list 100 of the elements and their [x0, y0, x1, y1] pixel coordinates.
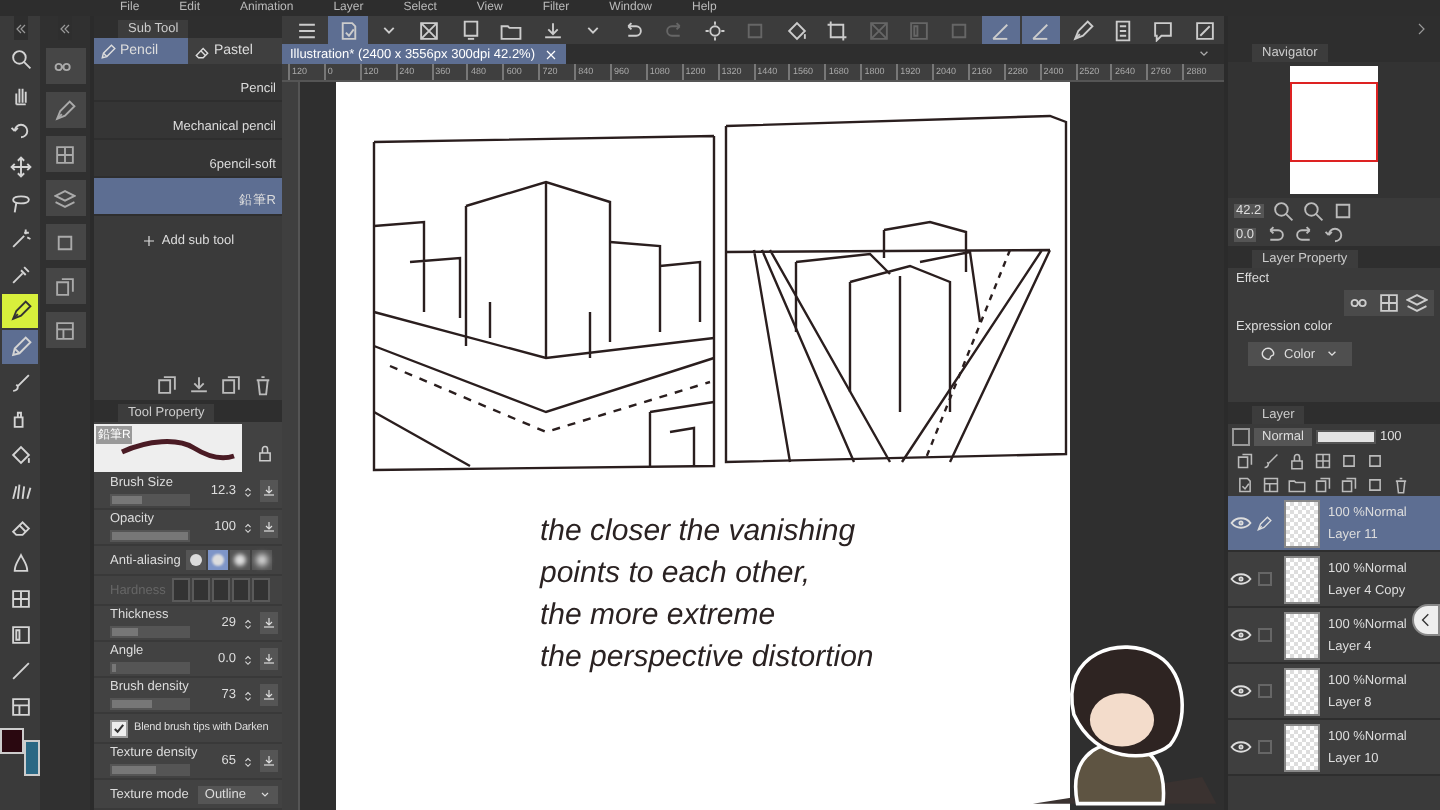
grid-icon [54, 143, 76, 165]
brush-icon[interactable] [1262, 451, 1280, 469]
canvas-page[interactable]: the closer the vanishing points to each other, the more extreme the perspective distortion [336, 82, 1070, 810]
rotate-icon[interactable] [1324, 223, 1347, 245]
pen-icon[interactable] [1256, 515, 1272, 531]
pressure-button[interactable] [260, 612, 278, 634]
line-icon [9, 660, 31, 682]
copy-icon[interactable] [1314, 475, 1332, 493]
panel-toggle-button[interactable] [45, 268, 85, 304]
caret-icon[interactable] [1196, 46, 1212, 62]
pressure-button[interactable] [260, 684, 278, 706]
visibility-toggle[interactable] [1228, 679, 1252, 703]
copy-icon[interactable] [156, 374, 178, 396]
pen-icon [1071, 19, 1094, 41]
slider-track[interactable] [110, 764, 190, 776]
square-icon[interactable] [1340, 451, 1358, 469]
pattern-icon [418, 19, 441, 41]
layer-checkbox[interactable] [1257, 572, 1271, 586]
toolbar-button[interactable] [1022, 16, 1061, 44]
slider-track[interactable] [110, 698, 190, 710]
trash-icon[interactable] [1392, 475, 1410, 493]
tool-button[interactable] [2, 294, 38, 328]
layers-icon [1406, 292, 1428, 314]
copy-icon [54, 275, 76, 297]
toolbar-button[interactable] [981, 16, 1021, 44]
copy-icon[interactable] [220, 374, 242, 396]
slider-track[interactable] [110, 626, 190, 638]
pen-icon [9, 300, 31, 322]
layer-thumbnail [1284, 667, 1320, 715]
navigator-preview[interactable] [1290, 66, 1378, 194]
download-icon [541, 19, 564, 41]
chevron-right-icon[interactable] [1414, 21, 1428, 35]
grass-icon [9, 480, 31, 502]
square-icon[interactable] [1366, 475, 1384, 493]
anti-aliasing-option[interactable] [252, 550, 273, 570]
chevron-left-icon [1418, 612, 1434, 628]
layer-checkbox[interactable] [1257, 628, 1271, 642]
panel-toggle-button[interactable] [45, 48, 85, 84]
panel-toggle-button[interactable] [45, 180, 85, 216]
layout-icon[interactable] [1262, 475, 1280, 493]
copy-icon[interactable] [1340, 475, 1358, 493]
search-icon[interactable] [1301, 199, 1324, 221]
visibility-toggle[interactable] [1228, 735, 1252, 759]
new-document-icon[interactable] [1236, 475, 1254, 493]
download-icon [262, 754, 276, 768]
rotate-icon [9, 120, 31, 142]
undo-icon[interactable] [1264, 223, 1287, 245]
square-icon[interactable] [1331, 199, 1354, 221]
undo-icon [622, 19, 645, 41]
grid-icon[interactable] [1314, 451, 1332, 469]
gradient-icon [908, 19, 931, 41]
layer-checkbox[interactable] [1257, 684, 1271, 698]
copy-icon[interactable] [1236, 451, 1254, 469]
palette-icon [1260, 346, 1276, 362]
close-icon[interactable] [543, 47, 557, 61]
eye-icon [1229, 624, 1251, 646]
visibility-toggle[interactable] [1228, 623, 1252, 647]
visibility-toggle[interactable] [1228, 567, 1252, 591]
download-icon[interactable] [188, 374, 210, 396]
anti-aliasing-option[interactable] [186, 550, 207, 570]
clipping-checkbox[interactable] [1232, 427, 1250, 445]
layer-checkbox[interactable] [1257, 740, 1271, 754]
effect-buttons[interactable] [1344, 290, 1434, 316]
pressure-button[interactable] [260, 750, 278, 772]
pressure-button[interactable] [260, 648, 278, 670]
caret-icon [258, 787, 272, 801]
lock-icon[interactable] [1288, 451, 1306, 469]
main-color-swatch[interactable] [0, 728, 24, 754]
panel-toggle-button[interactable] [45, 136, 85, 172]
slider-track[interactable] [110, 494, 190, 506]
collapse-icon[interactable] [13, 21, 27, 35]
eye-icon [1229, 568, 1251, 590]
viewport-frame[interactable] [1290, 82, 1378, 162]
pressure-button[interactable] [260, 516, 278, 538]
pen-icon [54, 99, 76, 121]
folder-icon[interactable] [1288, 475, 1306, 493]
layout-icon [9, 696, 31, 718]
checkbox[interactable] [110, 719, 128, 737]
sub-color-swatch[interactable] [24, 740, 40, 776]
trash-icon[interactable] [252, 374, 274, 396]
new-document-icon [337, 19, 360, 41]
eraser-icon [9, 516, 31, 538]
search-icon[interactable] [1271, 199, 1294, 221]
crop-icon [826, 19, 849, 41]
anti-aliasing-option[interactable] [208, 550, 229, 570]
panel-toggle-button[interactable] [45, 312, 85, 348]
anti-aliasing-option[interactable] [230, 550, 251, 570]
panel-toggle-button[interactable] [45, 224, 85, 260]
visibility-toggle[interactable] [1228, 511, 1252, 535]
redo-icon [663, 19, 686, 41]
square-icon [54, 231, 76, 253]
toolbar-button[interactable] [328, 16, 368, 44]
panel-toggle-button[interactable] [45, 92, 85, 128]
panel-collapse-handle[interactable] [1412, 604, 1440, 636]
ruler-icon [989, 19, 1012, 41]
tablet-icon [459, 19, 482, 41]
collapse-icon[interactable] [58, 21, 72, 35]
pressure-button[interactable] [260, 480, 278, 502]
slider-track[interactable] [110, 662, 190, 674]
square-icon[interactable] [1366, 451, 1384, 469]
